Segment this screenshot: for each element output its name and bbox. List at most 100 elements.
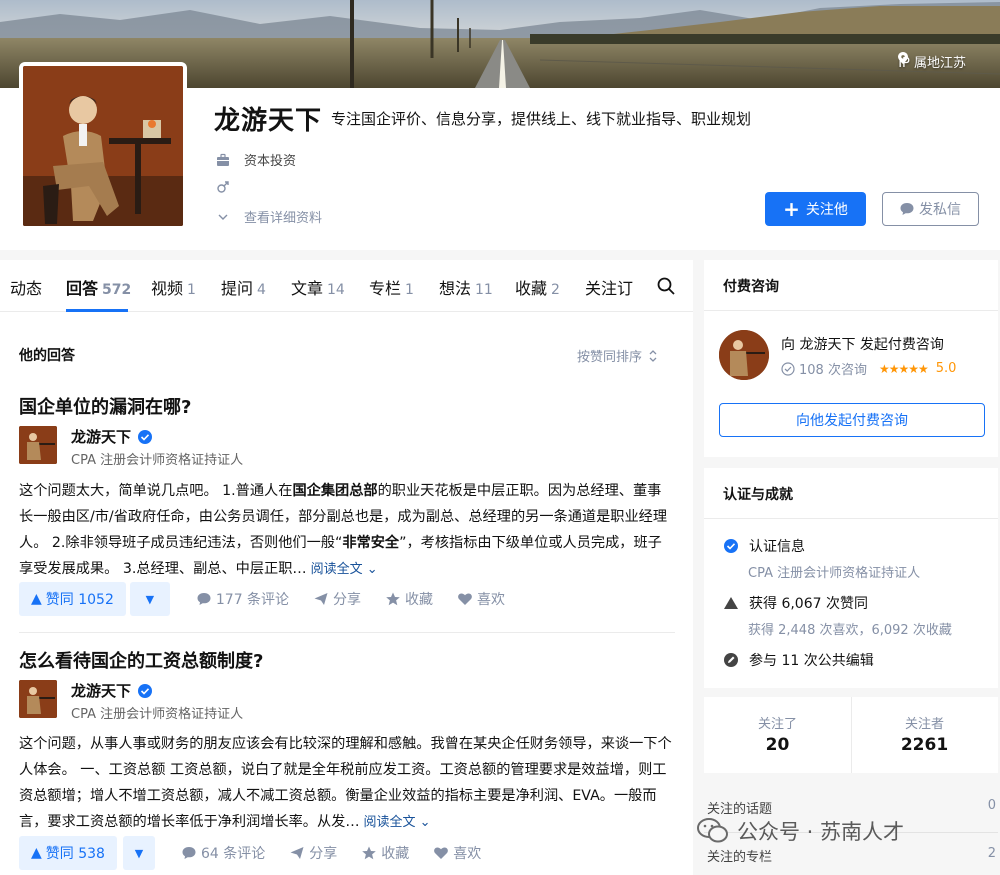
male-icon (217, 181, 229, 193)
excerpt-text: 这个问题太大，简单说几点吧。 1.普通人在 (19, 483, 293, 499)
tab-collections[interactable]: 收藏 2 (515, 275, 560, 299)
profile-gender (216, 180, 230, 194)
public-edits-row: 参与 11 次公共编辑 (723, 650, 874, 670)
start-consult-button[interactable]: 向他发起付费咨询 (719, 403, 985, 437)
followed-topics-row[interactable]: 关注的话题 0 (707, 798, 998, 817)
public-edits-label: 参与 11 次公共编辑 (749, 653, 874, 669)
tab-label: 回答 (66, 279, 99, 298)
answer-excerpt[interactable]: 这个问题太大，简单说几点吧。 1.普通人在国企集团总部的职业天花板是中层正职。因… (19, 478, 675, 583)
author-name[interactable]: 龙游天下 (71, 680, 131, 701)
tab-count: 11 (475, 282, 493, 298)
tab-thoughts[interactable]: 想法 11 (439, 275, 493, 299)
like-button[interactable]: 喜欢 (433, 843, 481, 863)
author-name[interactable]: 龙游天下 (71, 426, 131, 447)
share-button[interactable]: 分享 (313, 589, 361, 609)
view-details-link[interactable]: 查看详细资料 (216, 207, 322, 226)
tab-videos[interactable]: 视频 1 (151, 275, 196, 299)
upvote-button[interactable]: ▲ 赞同 538 (19, 836, 117, 870)
answer-excerpt[interactable]: 这个问题，从事人事或财务的朋友应该会有比较深的理解和感触。我曾在某央企任财务领导… (19, 731, 675, 836)
active-tab-indicator (66, 309, 128, 312)
chat-bubble-icon (900, 203, 914, 215)
author-bio: CPA 注册会计师资格证持证人 (71, 453, 244, 468)
profile-tabs: 动态 回答 572 视频 1 提问 4 文章 14 专栏 1 想法 11 收藏 2 关注订 (0, 260, 693, 312)
comments-label: 64 条评论 (200, 846, 266, 862)
triangle-up-icon: ▲ (31, 591, 42, 607)
tab-articles[interactable]: 文章 14 (291, 275, 345, 299)
upvote-button[interactable]: ▲ 赞同 1052 (19, 582, 126, 616)
ip-location-label: IP 属地江苏 (898, 56, 966, 71)
triangle-down-icon: ▼ (134, 846, 144, 860)
tab-count: 4 (257, 282, 266, 298)
achievements-card: 认证与成就 认证信息 CPA 注册会计师资格证持证人 获得 6,067 次赞同 … (704, 468, 998, 688)
check-circle-icon (781, 361, 795, 376)
comments-button[interactable]: 177 条评论 (196, 589, 289, 609)
author-avatar[interactable] (19, 426, 57, 464)
consult-avatar[interactable] (719, 330, 769, 380)
like-button[interactable]: 喜欢 (457, 589, 505, 609)
followers-count: 2261 (900, 735, 949, 755)
collect-label: 收藏 (381, 846, 410, 862)
card-divider (704, 518, 998, 519)
excerpt-text: 这个问题，从事人事或财务的朋友应该会有比较深的理解和感触。我曾在某央企任财务领导… (19, 736, 672, 830)
tab-label: 专栏 (369, 279, 402, 298)
star-icon (386, 592, 400, 606)
tab-count: 2 (551, 282, 560, 298)
followers-label: 关注者 (904, 717, 944, 732)
followed-columns-row[interactable]: 关注的专栏 2 (707, 846, 998, 865)
tab-questions[interactable]: 提问 4 (221, 275, 266, 299)
sort-dropdown[interactable]: 按赞同排序 (577, 346, 658, 365)
industry-label: 资本投资 (244, 154, 297, 169)
profile-avatar[interactable] (19, 62, 187, 230)
briefcase-icon (217, 153, 229, 166)
author-bio: CPA 注册会计师资格证持证人 (71, 707, 244, 722)
avatar-illustration (23, 66, 183, 226)
collect-button[interactable]: 收藏 (361, 843, 409, 863)
profile-name: 龙游天下 (214, 106, 323, 136)
tab-label: 提问 (221, 279, 254, 298)
follow-button[interactable]: + 关注他 (765, 192, 866, 226)
author-name-row: 龙游天下 (71, 426, 153, 447)
comment-icon (182, 847, 196, 859)
tab-activity[interactable]: 动态 (10, 275, 42, 299)
comments-button[interactable]: 64 条评论 (181, 843, 265, 863)
tab-label: 关注订 (585, 279, 634, 298)
avatar-illustration (19, 680, 57, 718)
sort-label: 按赞同排序 (577, 350, 643, 365)
chevron-down-icon (218, 214, 228, 220)
upvotes-label: 获得 6,067 次赞同 (749, 596, 868, 612)
read-more-link[interactable]: 阅读全文 ⌄ (364, 815, 431, 830)
upvotes-row: 获得 6,067 次赞同 (723, 593, 868, 613)
follow-stats-card: 关注了 20 关注者 2261 (704, 697, 998, 773)
downvote-button[interactable]: ▼ (129, 582, 170, 616)
question-title[interactable]: 怎么看待国企的工资总额制度? (19, 647, 675, 673)
tab-subscriptions[interactable]: 关注订 (585, 275, 637, 299)
downvote-button[interactable]: ▼ (122, 836, 155, 870)
following-stat[interactable]: 关注了 20 (704, 697, 851, 773)
verification-label: 认证信息 (749, 539, 805, 555)
followed-columns-count: 2 (987, 846, 996, 861)
consult-count: 108 次咨询 (799, 363, 867, 378)
private-message-button[interactable]: 发私信 (882, 192, 979, 226)
read-more-label: 阅读全文 (363, 815, 416, 830)
consult-line: 向 龙游天下 发起付费咨询 (781, 337, 944, 353)
read-more-label: 阅读全文 (310, 562, 363, 577)
question-title[interactable]: 国企单位的漏洞在哪? (19, 393, 675, 419)
start-consult-label: 向他发起付费咨询 (796, 413, 908, 429)
share-button[interactable]: 分享 (289, 843, 337, 863)
tab-columns[interactable]: 专栏 1 (369, 275, 414, 299)
collect-button[interactable]: 收藏 (385, 589, 433, 609)
heart-icon (434, 847, 449, 859)
followed-topics-label: 关注的话题 (707, 802, 773, 817)
likes-collects-detail: 获得 2,448 次喜欢，6,092 次收藏 (748, 623, 952, 638)
followers-stat[interactable]: 关注者 2261 (851, 697, 998, 773)
chevron-down-icon: ⌄ (366, 562, 378, 577)
tab-count: 572 (102, 282, 132, 298)
tab-answers[interactable]: 回答 572 (66, 275, 131, 299)
comment-icon (197, 593, 211, 605)
author-avatar[interactable] (19, 680, 57, 718)
view-details-label: 查看详细资料 (244, 211, 323, 226)
triangle-up-icon: ▲ (31, 845, 42, 861)
search-icon[interactable] (656, 276, 676, 296)
share-label: 分享 (333, 592, 362, 608)
read-more-link[interactable]: 阅读全文 ⌄ (311, 562, 378, 577)
